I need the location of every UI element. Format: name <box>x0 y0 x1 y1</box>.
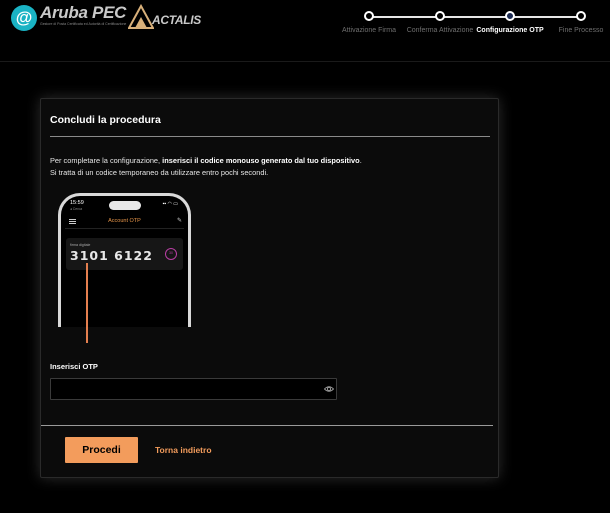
step-dot <box>576 11 586 21</box>
eye-icon[interactable] <box>324 384 334 394</box>
instructions-line2: Si tratta di un codice temporaneo da uti… <box>50 168 269 177</box>
progress-stepper: Attivazione Firma Conferma Attivazione C… <box>340 8 610 58</box>
step-label-active: Configurazione OTP <box>476 27 544 34</box>
phone-notch <box>109 201 141 210</box>
step-dot <box>364 11 374 21</box>
phone-status-icons: ▪▪ ◠ ▭ <box>162 201 178 207</box>
instructions-text: Per completare la configurazione, inseri… <box>50 155 490 179</box>
phone-divider <box>65 228 184 229</box>
aruba-at-icon: @ <box>11 5 37 31</box>
procedi-button[interactable]: Procedi <box>65 437 138 463</box>
step-label: Fine Processo <box>558 27 604 34</box>
otp-account-label: firma digitale <box>70 243 91 247</box>
instructions-suffix: . <box>359 156 362 165</box>
phone-time: 15:59 <box>70 200 84 206</box>
step-fine-processo: Fine Processo <box>541 11 610 35</box>
aruba-logo-text: Aruba PEC <box>40 3 127 22</box>
phone-otp-entry: firma digitale 3101 6122 30 <box>66 238 183 270</box>
actalis-triangle-icon <box>128 4 154 29</box>
otp-input[interactable] <box>50 378 337 400</box>
step-conferma-attivazione: Conferma Attivazione <box>400 11 480 35</box>
otp-field-label: Inserisci OTP <box>50 362 98 371</box>
title-divider <box>50 136 490 137</box>
aruba-logo-tagline: Gestore di Posta Certificata ed Autorità… <box>40 22 127 26</box>
top-header: @ Aruba PEC Gestore di Posta Certificata… <box>0 0 610 62</box>
pencil-icon: ✎ <box>176 218 182 224</box>
code-pointer-line <box>86 263 88 343</box>
otp-timer-icon: 30 <box>165 248 177 260</box>
otp-code: 3101 6122 <box>70 248 153 263</box>
phone-app-title: Account OTP <box>108 218 141 224</box>
step-configurazione-otp: Configurazione OTP <box>470 11 550 35</box>
torna-indietro-link[interactable]: Torna indietro <box>155 437 212 463</box>
aruba-pec-logo[interactable]: @ Aruba PEC Gestore di Posta Certificata… <box>11 3 127 31</box>
footer-divider <box>41 425 493 426</box>
step-dot-active <box>505 11 515 21</box>
phone-illustration: 15:59 ◂ Cerca ▪▪ ◠ ▭ Account OTP ✎ firma… <box>58 193 191 327</box>
instructions-prefix: Per completare la configurazione, <box>50 156 163 165</box>
actalis-logo-text: ACTALIS <box>152 13 202 27</box>
step-label: Conferma Attivazione <box>406 27 474 34</box>
step-attivazione-firma: Attivazione Firma <box>329 11 409 35</box>
phone-back-label: ◂ Cerca <box>70 207 83 211</box>
actalis-logo[interactable]: ACTALIS <box>128 4 208 30</box>
otp-setup-card: Concludi la procedura Per completare la … <box>40 98 499 478</box>
step-label: Attivazione Firma <box>341 27 397 34</box>
card-title: Concludi la procedura <box>50 114 161 126</box>
instructions-bold: inserisci il codice monouso generato dal… <box>162 156 360 165</box>
step-dot <box>435 11 445 21</box>
